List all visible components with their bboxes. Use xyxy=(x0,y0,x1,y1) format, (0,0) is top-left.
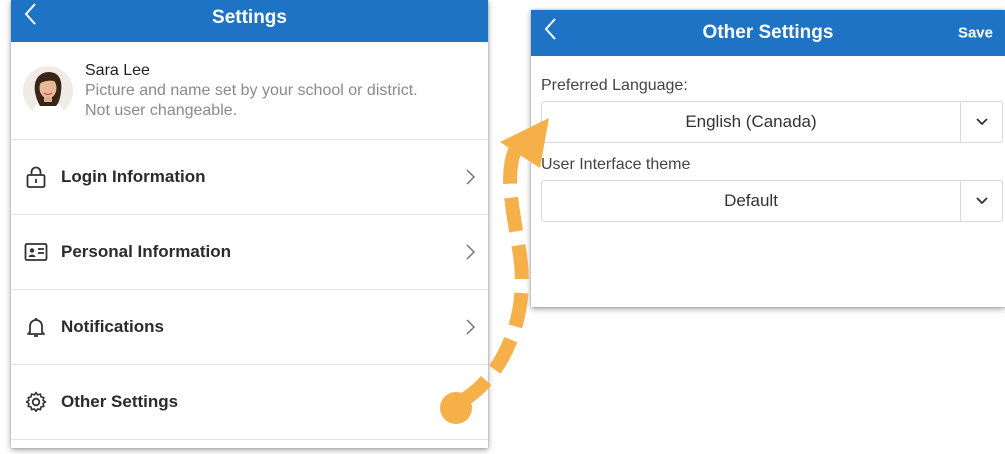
back-button[interactable] xyxy=(539,15,565,51)
preferred-language-label: Preferred Language: xyxy=(541,77,688,94)
select-value: Default xyxy=(724,191,778,210)
chevron-right-icon xyxy=(464,167,478,187)
settings-panel: Settings Sara Lee Picture and name set b… xyxy=(11,0,488,448)
menu-label: Login Information xyxy=(61,167,206,186)
preferred-language-select[interactable]: English (Canada) xyxy=(541,101,1003,143)
chevron-right-icon xyxy=(464,317,478,337)
profile-section: Sara Lee Picture and name set by your sc… xyxy=(11,42,488,140)
lock-icon xyxy=(24,165,48,189)
settings-header: Settings xyxy=(11,0,488,42)
ui-theme-label: User Interface theme xyxy=(541,156,691,173)
gear-icon xyxy=(24,390,48,414)
select-value: English (Canada) xyxy=(685,112,817,131)
back-button[interactable] xyxy=(19,0,45,36)
chevron-left-icon xyxy=(544,18,556,40)
chevron-down-icon xyxy=(960,102,1002,142)
menu-label: Personal Information xyxy=(61,242,232,261)
profile-subtitle-line2: Not user changeable. xyxy=(85,101,238,119)
save-button[interactable]: Save xyxy=(958,25,993,42)
chevron-right-icon xyxy=(464,242,478,262)
page-title: Settings xyxy=(212,7,287,28)
profile-subtitle-line1: Picture and name set by your school or d… xyxy=(85,81,418,99)
ui-theme-select[interactable]: Default xyxy=(541,180,1003,222)
menu-label: Notifications xyxy=(61,317,164,336)
other-settings-header: Other Settings Save xyxy=(531,10,1005,56)
other-settings-panel: Other Settings Save Preferred Language: … xyxy=(531,10,1005,307)
profile-name: Sara Lee xyxy=(85,61,150,79)
page-title: Other Settings xyxy=(702,22,834,43)
menu-label: Other Settings xyxy=(61,392,179,411)
menu-item-notifications[interactable]: Notifications xyxy=(11,290,488,365)
menu-item-login-information[interactable]: Login Information xyxy=(11,140,488,215)
avatar xyxy=(23,65,73,116)
menu-item-other-settings[interactable]: Other Settings xyxy=(11,365,488,440)
chevron-down-icon xyxy=(960,181,1002,221)
chevron-left-icon xyxy=(24,3,36,25)
profile-text: Sara Lee Picture and name set by your sc… xyxy=(85,61,418,121)
id-card-icon xyxy=(24,240,48,264)
menu-item-personal-information[interactable]: Personal Information xyxy=(11,215,488,290)
bell-icon xyxy=(24,315,48,339)
screenshot-stage: Settings Sara Lee Picture and name set b… xyxy=(0,0,1005,454)
